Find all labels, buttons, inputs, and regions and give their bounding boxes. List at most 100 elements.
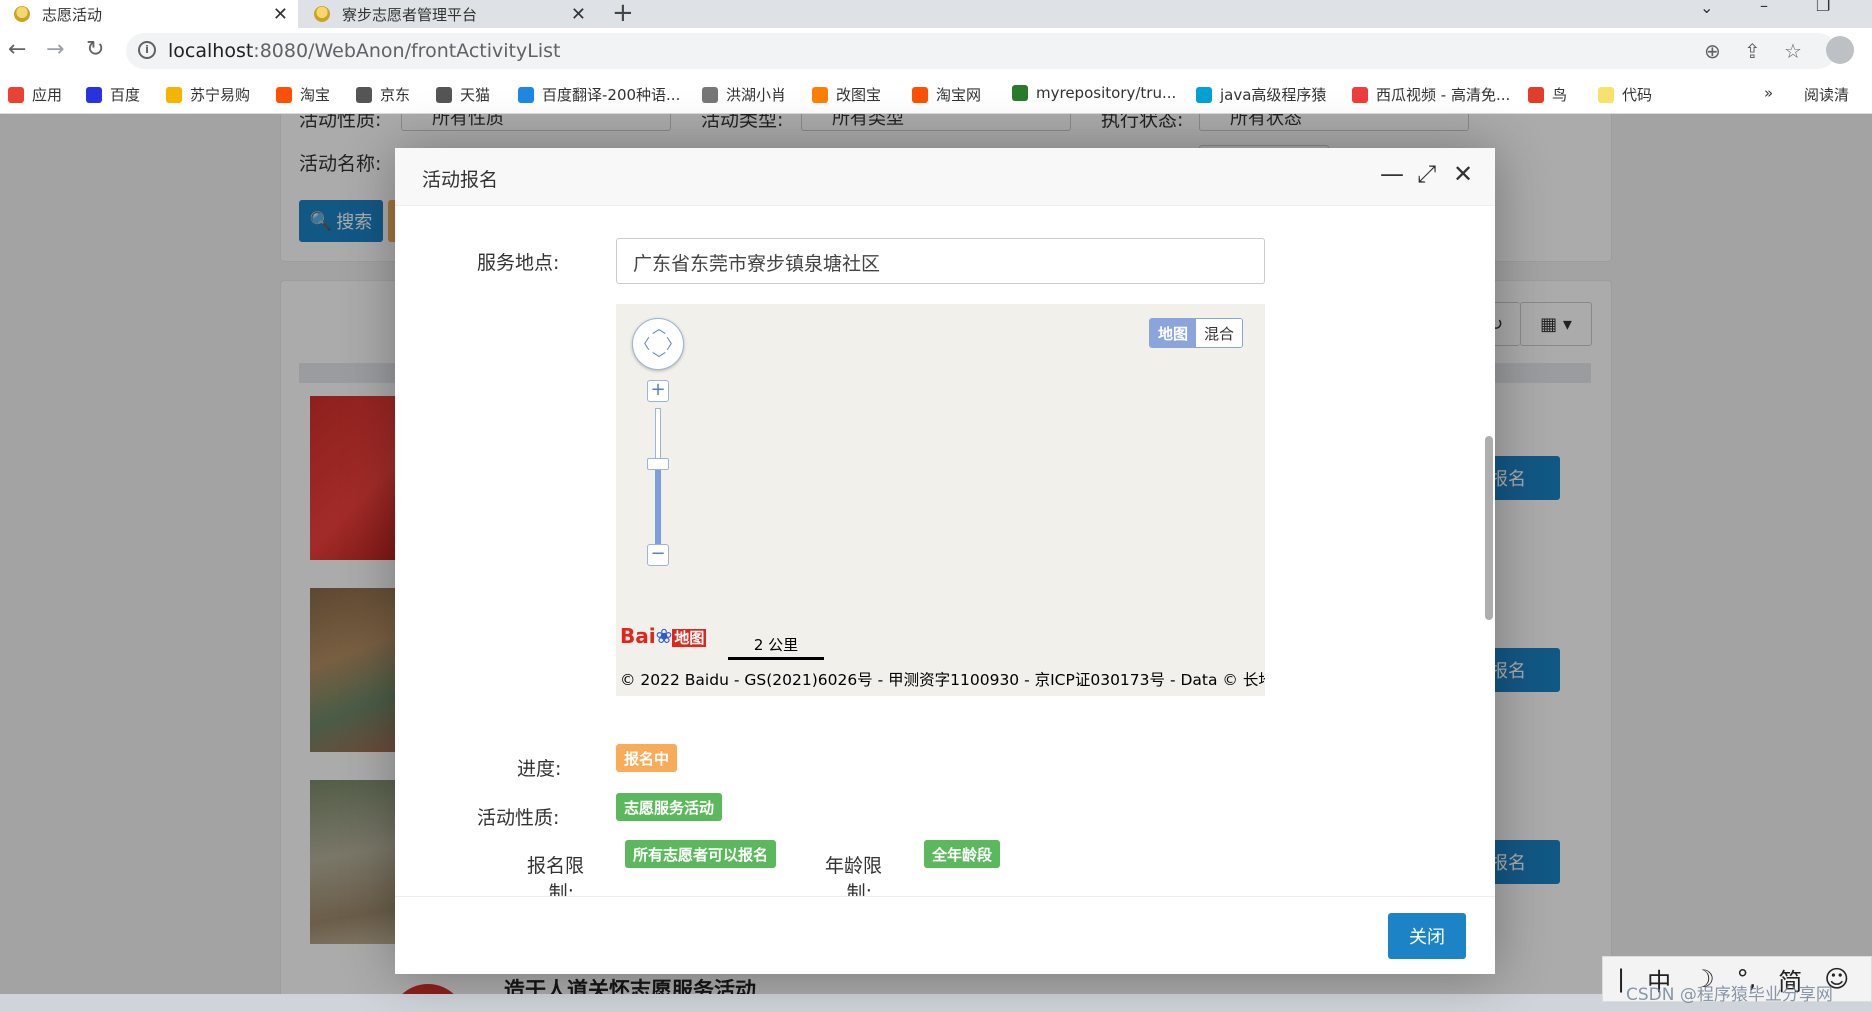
location-value: 广东省东莞市寮步镇泉塘社区 bbox=[633, 253, 881, 275]
reload-icon[interactable]: ↻ bbox=[86, 37, 104, 62]
signup-limit-badge: 所有志愿者可以报名 bbox=[625, 840, 777, 868]
bookmark-item[interactable]: 京东 bbox=[356, 84, 410, 105]
signup-limit-label: 报名限制: bbox=[527, 851, 584, 896]
pan-right-icon[interactable]: 〉 bbox=[666, 334, 680, 354]
baidu-map[interactable]: ︿ ﹀ 〈 〉 + − 地图 混合 Bai❀ 地图 2 公里 © 2022 Bai… bbox=[616, 304, 1265, 696]
bookmark-label: 京东 bbox=[380, 86, 411, 104]
pan-down-icon[interactable]: ﹀ bbox=[652, 349, 666, 369]
bookmark-label: 淘宝网 bbox=[936, 86, 982, 104]
progress-label: 进度: bbox=[517, 758, 562, 780]
bookmark-item[interactable]: myrepository/tru... bbox=[1012, 84, 1176, 102]
reading-list-button[interactable]: 阅读清 bbox=[1804, 84, 1849, 105]
bookmark-favicon-icon bbox=[276, 86, 292, 103]
back-icon[interactable]: ← bbox=[8, 37, 26, 62]
bookmark-item[interactable]: 应用 bbox=[8, 84, 62, 105]
age-limit-badge: 全年龄段 bbox=[924, 840, 1001, 868]
bookmark-label: 苏宁易购 bbox=[190, 86, 251, 104]
tab-strip: 志愿活动 ✕ 寮步志愿者管理平台 ✕ + ⌄ – ❐ bbox=[0, 0, 1872, 28]
map-type-hybrid[interactable]: 混合 bbox=[1196, 319, 1243, 347]
bookmark-item[interactable]: 天猫 bbox=[436, 84, 490, 105]
ime-separator: | bbox=[1617, 965, 1626, 993]
zoom-slider-handle[interactable] bbox=[647, 458, 669, 470]
tab-active[interactable]: 志愿活动 ✕ bbox=[0, 0, 298, 28]
modal-title: 活动报名 bbox=[422, 169, 499, 191]
signup-modal: 活动报名 — ⤢ ✕ 服务地点: 广东省东莞市寮步镇泉塘社区 ︿ ﹀ 〈 〉 +… bbox=[395, 148, 1495, 974]
map-type-map[interactable]: 地图 bbox=[1150, 319, 1197, 347]
signup-limit-label-line2: 制: bbox=[548, 882, 575, 896]
bookmark-favicon-icon bbox=[86, 86, 102, 103]
address-bar: ← → ↻ i localhost:8080/WebAnon/frontActi… bbox=[0, 28, 1872, 74]
bookmark-item[interactable]: java高级程序猿 bbox=[1196, 84, 1326, 105]
location-input[interactable]: 广东省东莞市寮步镇泉塘社区 bbox=[616, 238, 1265, 284]
url-input[interactable]: i localhost:8080/WebAnon/frontActivityLi… bbox=[126, 33, 1836, 69]
bookmark-label: 天猫 bbox=[460, 86, 491, 104]
tab-inactive[interactable]: 寮步志愿者管理平台 ✕ bbox=[300, 0, 596, 28]
bookmark-label: java高级程序猿 bbox=[1220, 86, 1327, 104]
bookmark-label: 鸟 bbox=[1552, 86, 1568, 104]
signup-limit-label-line1: 报名限 bbox=[527, 855, 585, 877]
new-tab-button[interactable]: + bbox=[612, 0, 634, 28]
baidu-logo[interactable]: Bai❀ 地图 bbox=[620, 624, 707, 648]
close-tab-icon[interactable]: ✕ bbox=[273, 4, 288, 25]
modal-header: 活动报名 — ⤢ ✕ bbox=[395, 148, 1495, 206]
forward-icon[interactable]: → bbox=[46, 37, 64, 62]
pan-left-icon[interactable]: 〈 bbox=[636, 334, 650, 354]
bookmark-star-icon[interactable]: ☆ bbox=[1784, 39, 1802, 63]
bookmark-item[interactable]: 淘宝 bbox=[276, 84, 330, 105]
bookmark-favicon-icon bbox=[166, 86, 182, 103]
zoom-icon[interactable]: ⊕ bbox=[1704, 39, 1721, 63]
bookmark-item[interactable]: 鸟 bbox=[1528, 84, 1567, 105]
profile-avatar[interactable] bbox=[1826, 36, 1854, 64]
share-icon[interactable]: ⇪ bbox=[1744, 39, 1761, 63]
tab-title: 寮步志愿者管理平台 bbox=[342, 5, 478, 24]
pan-up-icon[interactable]: ︿ bbox=[652, 318, 666, 338]
bookmark-favicon-icon bbox=[1196, 86, 1212, 103]
close-icon[interactable]: ✕ bbox=[1453, 162, 1473, 186]
minimize-window-button[interactable]: – bbox=[1760, 0, 1768, 15]
close-button[interactable]: 关闭 bbox=[1388, 913, 1466, 959]
bookmark-label: 百度 bbox=[110, 86, 141, 104]
url-path: :8080/WebAnon/frontActivityList bbox=[253, 40, 561, 62]
bookmark-label: 洪湖小肖 bbox=[726, 86, 787, 104]
bookmark-item[interactable]: 改图宝 bbox=[812, 84, 881, 105]
bookmark-label: 代码 bbox=[1622, 86, 1653, 104]
zoom-in-icon[interactable]: + bbox=[647, 380, 669, 402]
url-text: localhost:8080/WebAnon/frontActivityList bbox=[168, 40, 560, 62]
bookmarks-overflow-button[interactable]: » bbox=[1764, 84, 1773, 102]
bookmark-item[interactable]: 代码 bbox=[1598, 84, 1652, 105]
modal-body: 服务地点: 广东省东莞市寮步镇泉塘社区 ︿ ﹀ 〈 〉 + − 地图 混合 Ba… bbox=[395, 206, 1495, 896]
logo-suffix: 地图 bbox=[672, 629, 707, 647]
maximize-icon[interactable]: ⤢ bbox=[1417, 162, 1436, 186]
bookmark-item[interactable]: 百度翻译-200种语... bbox=[518, 84, 680, 105]
location-label: 服务地点: bbox=[477, 252, 560, 274]
minimize-icon[interactable]: — bbox=[1380, 162, 1404, 186]
close-tab-icon[interactable]: ✕ bbox=[571, 4, 586, 25]
bookmark-favicon-icon bbox=[356, 86, 372, 103]
zoom-out-icon[interactable]: − bbox=[647, 544, 669, 566]
bookmark-favicon-icon bbox=[1598, 86, 1614, 103]
favicon-icon bbox=[314, 6, 330, 22]
bookmark-favicon-icon bbox=[702, 86, 718, 103]
bookmark-item[interactable]: 苏宁易购 bbox=[166, 84, 250, 105]
map-pan-control[interactable]: ︿ ﹀ 〈 〉 bbox=[632, 318, 684, 370]
bookmark-label: myrepository/tru... bbox=[1036, 84, 1177, 102]
bookmark-favicon-icon bbox=[1352, 86, 1368, 103]
bookmark-item[interactable]: 西瓜视频 - 高清免... bbox=[1352, 84, 1510, 105]
age-limit-label: 年龄限 制: bbox=[825, 851, 882, 896]
site-info-icon[interactable]: i bbox=[138, 41, 156, 59]
tab-search-icon[interactable]: ⌄ bbox=[1700, 0, 1713, 17]
progress-badge: 报名中 bbox=[616, 744, 678, 772]
restore-window-button[interactable]: ❐ bbox=[1816, 0, 1830, 15]
modal-scrollbar[interactable] bbox=[1485, 436, 1493, 620]
bookmark-favicon-icon bbox=[518, 86, 534, 103]
nature-badge: 志愿服务活动 bbox=[616, 793, 723, 821]
logo-text: Bai bbox=[620, 624, 656, 648]
bookmark-item[interactable]: 百度 bbox=[86, 84, 140, 105]
bookmark-item[interactable]: 洪湖小肖 bbox=[702, 84, 786, 105]
bookmark-favicon-icon bbox=[912, 86, 928, 103]
age-limit-label-line2: 制: bbox=[846, 882, 873, 896]
bookmark-label: 西瓜视频 - 高清免... bbox=[1376, 86, 1511, 104]
favicon-icon bbox=[14, 6, 30, 22]
bookmark-item[interactable]: 淘宝网 bbox=[912, 84, 981, 105]
modal-footer: 关闭 bbox=[395, 896, 1495, 974]
